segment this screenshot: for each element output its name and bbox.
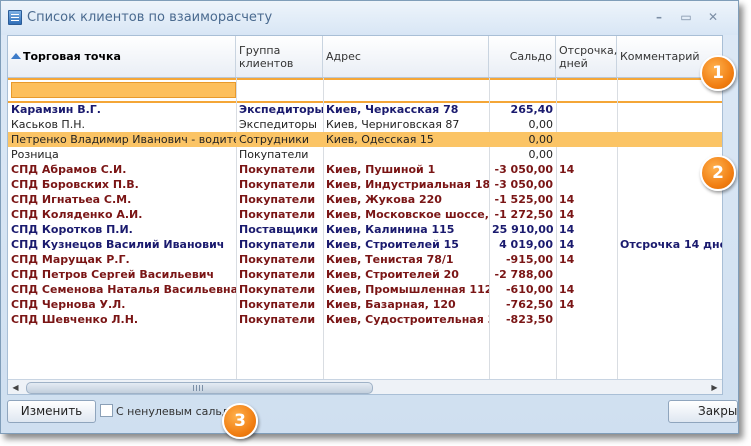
table-row[interactable]: СПД Кузнецов Василий Иванович Покупатели… <box>8 237 722 252</box>
table-row[interactable]: СПД Семенова Наталья Васильевна Покупате… <box>8 282 722 297</box>
scroll-thumb[interactable] <box>26 382 373 394</box>
grid-header: Торговая точка Группа клиентов Адрес Сал… <box>8 36 722 78</box>
column-header-address[interactable]: Адрес <box>323 36 489 77</box>
sort-ascending-icon <box>11 53 21 59</box>
table-row[interactable]: СПД Шевченко Л.Н. Покупатели Киев, Судос… <box>8 312 722 327</box>
table-row[interactable]: СПД Абрамов С.И. Покупатели Киев, Пушино… <box>8 162 722 177</box>
minimize-button[interactable]: – <box>649 8 669 26</box>
nonzero-balance-checkbox[interactable]: С ненулевым сальдо <box>100 404 236 418</box>
callout-badge-1: 1 <box>700 55 736 91</box>
scroll-left-icon[interactable]: ◀ <box>8 380 23 394</box>
callout-badge-2: 2 <box>700 155 736 191</box>
table-row[interactable]: СПД Коляденко А.И. Покупатели Киев, Моск… <box>8 207 722 222</box>
table-row[interactable]: Розница Покупатели 0,00 <box>8 147 722 162</box>
filter-row <box>8 78 722 103</box>
checkbox-box[interactable] <box>100 404 113 417</box>
clients-grid: Торговая точка Группа клиентов Адрес Сал… <box>7 35 723 395</box>
table-row[interactable]: Карамзин В.Г. Экспедиторы Киев, Черкасск… <box>8 102 722 117</box>
edit-button[interactable]: Изменить <box>7 400 96 423</box>
column-header-group[interactable]: Группа клиентов <box>236 36 323 77</box>
table-row[interactable]: СПД Марущак Р.Г. Покупатели Киев, Тенист… <box>8 252 722 267</box>
close-button[interactable]: Закры <box>668 400 738 423</box>
close-window-button[interactable]: ✕ <box>703 8 723 26</box>
table-row[interactable]: Каськов П.Н. Экспедиторы Киев, Черниговс… <box>8 117 722 132</box>
table-row[interactable]: СПД Игнатьеа С.М. Покупатели Киев, Жуков… <box>8 192 722 207</box>
title-bar[interactable]: Список клиентов по взаиморасчету – ▭ ✕ <box>1 1 738 35</box>
callout-badge-3: 3 <box>222 403 258 439</box>
table-row[interactable]: СПД Боровских П.В. Покупатели Киев, Инду… <box>8 177 722 192</box>
column-header-balance[interactable]: Сальдо <box>489 36 556 77</box>
scroll-right-icon[interactable]: ▶ <box>707 380 722 394</box>
window-title: Список клиентов по взаиморасчету <box>27 10 273 25</box>
table-row[interactable]: СПД Чернова У.Л. Покупатели Киев, Базарн… <box>8 297 722 312</box>
outlet-filter-input[interactable] <box>11 82 236 98</box>
horizontal-scrollbar[interactable]: ◀ ▶ <box>8 379 722 394</box>
column-header-delay[interactable]: Отсрочка, дней <box>556 36 617 77</box>
table-row-selected[interactable]: Петренко Владимир Иванович - водитель Со… <box>8 132 722 147</box>
maximize-button[interactable]: ▭ <box>676 8 696 26</box>
table-row[interactable]: СПД Петров Сергей Васильевич Покупатели … <box>8 267 722 282</box>
column-header-outlet[interactable]: Торговая точка <box>8 36 236 77</box>
table-row[interactable]: СПД Коротков П.И. Поставщики Киев, Калин… <box>8 222 722 237</box>
grip-icon <box>193 385 203 391</box>
client-list-window: Список клиентов по взаиморасчету – ▭ ✕ Т… <box>0 0 739 434</box>
app-icon <box>8 10 22 25</box>
